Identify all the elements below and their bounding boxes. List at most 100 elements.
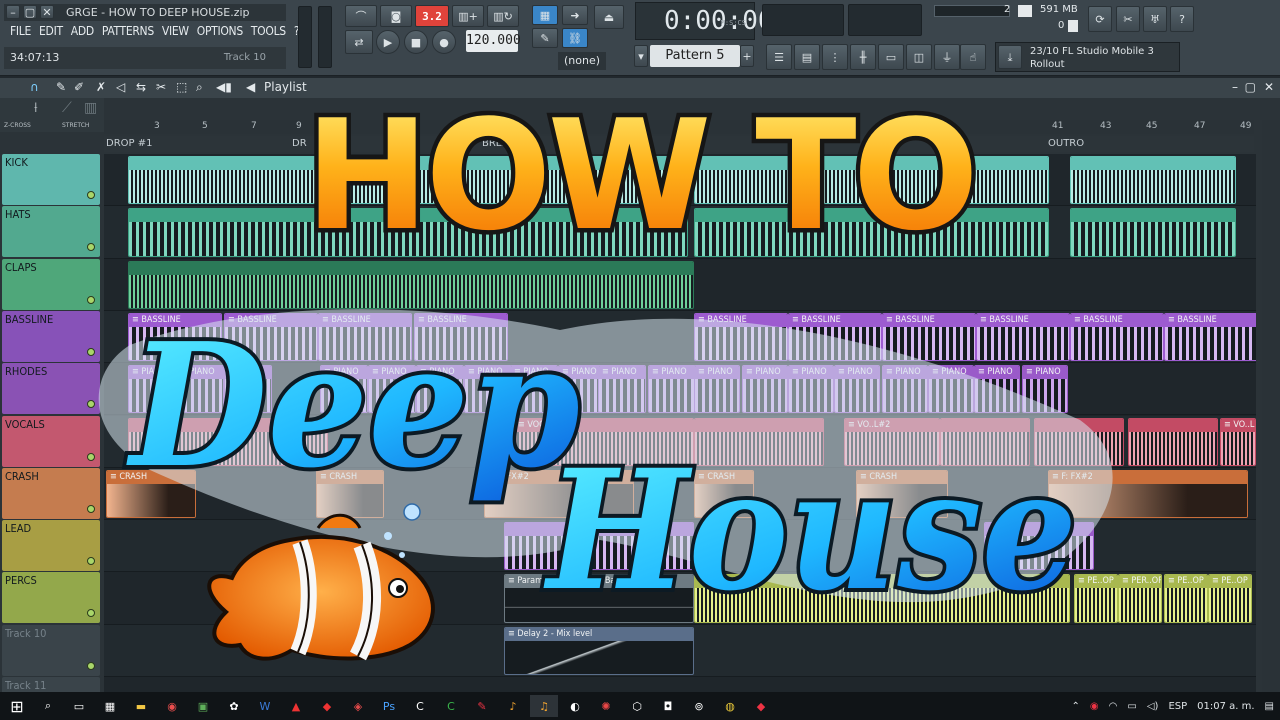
pattern-clip[interactable] xyxy=(128,417,328,466)
pattern-clip[interactable] xyxy=(128,208,688,257)
record-button[interactable]: ● xyxy=(432,30,456,54)
track-mute-led[interactable] xyxy=(87,243,95,252)
record-mode-icon[interactable]: ◙ xyxy=(380,5,412,27)
fl-studio-icon[interactable]: ♪ xyxy=(499,695,527,717)
marker-label[interactable]: DROP #1 xyxy=(106,138,152,149)
pattern-clip[interactable]: ≡ PIANO xyxy=(834,365,880,414)
pattern-clip[interactable]: ≡ PER..OP xyxy=(1118,574,1162,623)
pattern-clip[interactable] xyxy=(694,208,1049,257)
pattern-clip[interactable]: ≡ F: FX#2 xyxy=(1048,469,1248,519)
wifi-icon[interactable]: ◠ xyxy=(1109,701,1118,712)
menu-file[interactable]: FILE xyxy=(10,24,31,42)
magnet-icon[interactable]: ∩ xyxy=(30,80,39,94)
slip-tool-icon[interactable]: ⇆ xyxy=(136,80,146,94)
pattern-clip[interactable]: ≡ VO..L#2 xyxy=(1220,417,1256,466)
pattern-clip[interactable]: ≡ PIANO xyxy=(320,365,368,414)
pattern-clip[interactable]: ≡ PIANO xyxy=(742,365,788,414)
clock[interactable]: 01:07 a. m. xyxy=(1197,701,1254,712)
close-icon[interactable]: ✕ xyxy=(40,5,54,19)
pattern-clip[interactable]: ≡ BASSLINE xyxy=(414,312,508,362)
settings-app-icon[interactable]: ✿ xyxy=(220,695,248,717)
windows-start-icon[interactable]: ⊞ xyxy=(3,695,31,717)
menu-view[interactable]: VIEW xyxy=(162,24,189,42)
pattern-clip[interactable]: ≡ PIANO xyxy=(176,365,224,414)
unity-app-icon[interactable]: ⬡ xyxy=(623,695,651,717)
download-icon[interactable]: ⤓ xyxy=(998,45,1022,69)
play-button[interactable]: ▶ xyxy=(376,30,400,54)
track-header[interactable]: VOCALS xyxy=(2,415,100,467)
menu-tools[interactable]: TOOLS xyxy=(251,24,286,42)
pattern-clip[interactable] xyxy=(1128,417,1218,466)
track-header[interactable]: HATS xyxy=(2,206,100,258)
zoom-tool-icon[interactable]: ⌕ xyxy=(196,80,203,95)
mute-tool-icon[interactable]: ◁ xyxy=(116,80,125,94)
menu-edit[interactable]: EDIT xyxy=(39,24,63,42)
undo-icon[interactable]: ⟳ xyxy=(1088,6,1112,32)
tray-app-icon[interactable]: ◉ xyxy=(1090,701,1099,712)
track-mute-led[interactable] xyxy=(87,347,95,356)
marker-label[interactable]: DR xyxy=(292,138,307,149)
vertical-scrollbar[interactable] xyxy=(1262,120,1280,692)
pattern-clip[interactable]: ≡ VO..L#2 xyxy=(844,417,940,466)
arrow-right-icon[interactable]: ➜ xyxy=(562,5,588,25)
chrome-icon[interactable]: ◍ xyxy=(716,695,744,717)
word-app-icon[interactable]: W xyxy=(251,695,279,717)
fl-studio-active-icon[interactable]: ♫ xyxy=(530,695,558,717)
pattern-clip[interactable]: ≡ BASSLINE xyxy=(976,312,1070,362)
tempo-display[interactable]: 120.000 xyxy=(466,30,521,52)
cut-icon[interactable]: ✂ xyxy=(1116,6,1140,32)
track-header[interactable]: CRASH xyxy=(2,467,100,519)
pattern-clip[interactable]: ≡ CRASH xyxy=(316,469,384,519)
task-view-icon[interactable]: ▭ xyxy=(65,695,93,717)
news-panel[interactable]: ⤓ 23/10 FL Studio Mobile 3 Rollout xyxy=(995,42,1180,72)
link-icon[interactable]: ⛓ xyxy=(562,28,588,48)
pattern-clip[interactable]: ≡ PIANO xyxy=(788,365,834,414)
notifications-icon[interactable]: ▤ xyxy=(1265,701,1274,712)
wait-record-icon[interactable]: ⏏ xyxy=(594,5,624,29)
volume-icon[interactable]: ◁) xyxy=(1147,701,1159,712)
master-pitch-slider[interactable] xyxy=(318,6,332,68)
pattern-clip[interactable]: ≡ PE..OP xyxy=(1074,574,1118,623)
pattern-clip[interactable]: ≡ BASSLINE xyxy=(318,312,412,362)
pattern-clip[interactable] xyxy=(984,522,1094,571)
playlist-close-icon[interactable]: ✕ xyxy=(1264,80,1274,94)
menu-options[interactable]: OPTIONS xyxy=(197,24,243,42)
file-explorer-icon[interactable]: ▬ xyxy=(127,695,155,717)
pattern-selector[interactable]: Pattern 5 xyxy=(650,45,740,67)
paint-tool-icon[interactable]: ✐ xyxy=(74,80,84,94)
pattern-clip[interactable]: ≡ PIANO xyxy=(1022,365,1068,414)
track-mute-led[interactable] xyxy=(87,191,95,199)
piano-roll-icon[interactable]: ▤ xyxy=(794,44,820,70)
pattern-clip[interactable] xyxy=(940,417,1030,466)
pattern-clip[interactable]: ≡ PIANO xyxy=(464,365,512,414)
autocad-app-icon[interactable]: ◆ xyxy=(313,695,341,717)
metronome-icon[interactable]: ⌒ xyxy=(345,5,377,27)
pattern-clip[interactable]: ≡ Delay 2 - Mix level xyxy=(504,626,694,675)
pattern-clip[interactable]: ≡ PIANO xyxy=(128,365,176,414)
pattern-clip[interactable]: ≡ BASSLINE xyxy=(1070,312,1164,362)
mixer-icon[interactable]: ╫ xyxy=(850,44,876,70)
playlist-maximize-icon[interactable]: ▢ xyxy=(1245,80,1256,94)
pattern-song-toggle-icon[interactable]: ⇄ xyxy=(345,30,373,54)
pattern-clip[interactable]: ≡ BASSLINE xyxy=(128,312,222,362)
pattern-icon[interactable]: ▥ xyxy=(84,100,97,116)
track-header[interactable]: PERCS xyxy=(2,572,100,624)
track-mute-led[interactable] xyxy=(87,504,95,513)
pattern-clip[interactable]: ≡ PIANO xyxy=(694,365,740,414)
sketch-app-icon[interactable]: ◈ xyxy=(344,695,372,717)
stop-button[interactable]: ■ xyxy=(404,30,428,54)
app-icon-1[interactable]: ◐ xyxy=(561,695,589,717)
touch-keyboard-icon[interactable]: ☝ xyxy=(960,44,986,70)
arrangement-grid[interactable]: ≡ BASSLINE ≡ BASSLINE ≡ BASSLINE ≡ BASSLINE… xyxy=(104,154,1256,692)
add-pattern-button[interactable]: + xyxy=(740,45,754,67)
marker-label[interactable]: BREA xyxy=(482,138,509,149)
tray-chevron-icon[interactable]: ⌃ xyxy=(1072,701,1080,712)
battery-icon[interactable]: ▭ xyxy=(1127,701,1136,712)
delete-tool-icon[interactable]: ✗ xyxy=(96,80,106,94)
c-app-icon[interactable]: C xyxy=(437,695,465,717)
track-mute-led[interactable] xyxy=(87,557,95,566)
timeline-ruler[interactable]: 3 5 7 9 17 29 35 41 43 45 47 49 xyxy=(104,120,1254,134)
waveform-icon[interactable]: ⟊ xyxy=(34,100,38,116)
keyboard-language[interactable]: ESP xyxy=(1168,701,1187,712)
pattern-clip[interactable]: ≡ BASSLINE xyxy=(1164,312,1256,362)
